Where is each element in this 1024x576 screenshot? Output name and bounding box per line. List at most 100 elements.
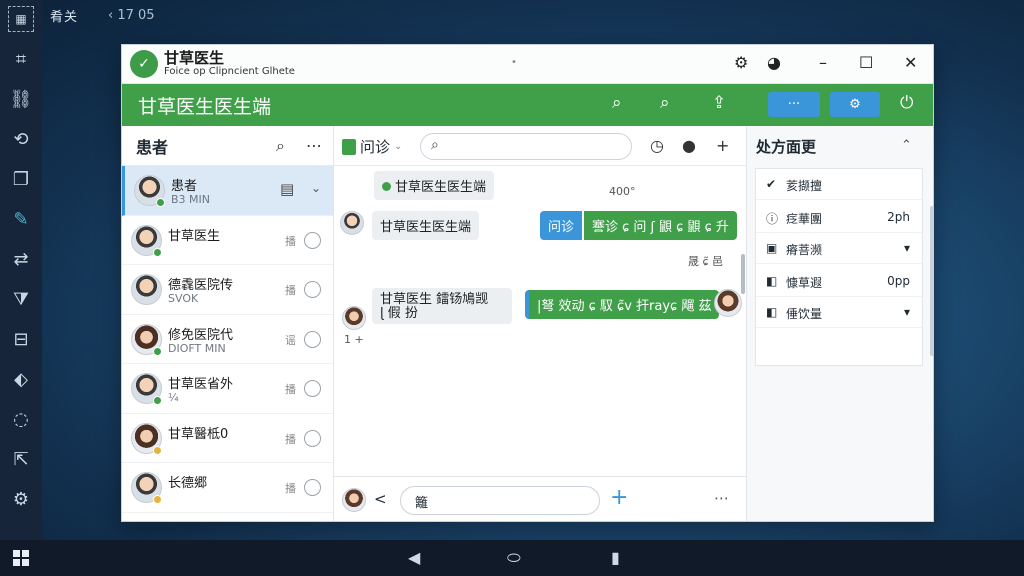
power-icon[interactable]: ⏻ [900, 93, 913, 113]
patient-list-item[interactable]: 甘草醫柢0 播 [122, 414, 333, 463]
menu-button-label: ··· [787, 97, 801, 112]
message-time: 1 + [344, 333, 364, 346]
message-input[interactable]: 籬 [400, 486, 600, 515]
patient-list-item[interactable]: 患者 B3 MIN ▤ ⌄ [122, 166, 333, 216]
chevron-down-icon[interactable]: ⌄ [311, 181, 321, 195]
prescription-row[interactable]: ◧ 慷草遐 0pp [756, 266, 922, 297]
patient-tag: 播 [285, 482, 296, 495]
search-icon[interactable]: ⌕ [612, 93, 622, 113]
settings-glyph-icon[interactable]: ⚙ [734, 53, 748, 72]
close-icon[interactable]: ✕ [904, 53, 917, 72]
select-radio[interactable] [304, 330, 321, 348]
patient-name: 甘草医生 [168, 228, 221, 244]
menu-button[interactable]: ··· [768, 92, 820, 117]
status-dot [153, 445, 162, 455]
add-icon[interactable]: + [716, 136, 729, 155]
taskbar: ◀ ⬭ ▮ [0, 540, 1024, 576]
row-icon: ✔ [766, 177, 777, 191]
row-label: 倕饮量 [786, 307, 823, 321]
select-radio[interactable] [304, 429, 321, 447]
history-icon[interactable]: ◷ [650, 136, 664, 155]
select-radio[interactable] [304, 231, 321, 249]
share-icon[interactable]: ⇪ [712, 93, 726, 113]
sync-icon[interactable]: ⟲ [8, 126, 34, 152]
patient-name: 德毳医院传 [168, 278, 234, 293]
chip-icon[interactable]: ▦ [8, 6, 34, 32]
system-sidebar: ▦ ⌗ ⛓ ⟲ ❐ ✎ ⇄ ⧩ ⊟ ⬖ ◌ ⇱ ⚙ [0, 0, 42, 540]
back-icon[interactable]: ◀ [408, 548, 420, 567]
patient-name: 修免医院代 [168, 327, 234, 343]
prescription-row[interactable]: ✔ 荄撷擅 [756, 169, 922, 200]
app-header: 甘草医生医生端 ⌕ ⌕ ⇪ ··· ⚙ ⏻ [122, 84, 933, 126]
link-icon[interactable]: ⛓ [8, 86, 34, 112]
chevron-left-icon[interactable]: < [374, 490, 387, 508]
add-icon[interactable]: + [610, 485, 628, 510]
more-icon[interactable]: ⋯ [714, 489, 729, 507]
brush-icon[interactable]: ✎ [8, 206, 34, 232]
export-icon[interactable]: ⇱ [8, 446, 34, 472]
message-outgoing-prefix: 问诊 [540, 211, 583, 240]
gear-icon: ⚙ [849, 97, 861, 112]
message-input-text: 籬 [415, 496, 429, 511]
tag-icon[interactable]: ⬖ [8, 366, 34, 392]
inbox-icon[interactable]: ⊟ [8, 326, 34, 352]
select-radio[interactable] [304, 479, 321, 496]
prescription-row[interactable]: ⓘ 疺華團 2ph [756, 202, 922, 233]
status-dot [153, 495, 162, 504]
patient-list-item[interactable]: 甘草医省外 ¼ 播 [122, 364, 333, 414]
app-logo-icon: ✓ [130, 50, 158, 78]
message-incoming: 甘草医生 鐳钖鳩觊 ɭ 假 扮 [372, 288, 512, 324]
system-notice: 甘草医生医生端 [374, 171, 495, 200]
patient-sub: ¼ [168, 391, 179, 404]
clock-icon[interactable]: ◕ [767, 53, 781, 72]
patient-name: 患者 [171, 179, 198, 194]
bookmark-icon [342, 138, 356, 155]
select-radio[interactable] [304, 380, 321, 397]
row-icon: ◧ [766, 305, 778, 319]
settings-button[interactable]: ⚙ [830, 92, 880, 117]
chat-scrollbar[interactable] [741, 254, 745, 294]
patient-list-item[interactable]: 修免医院代 DIOFT MIN 谣 [122, 315, 333, 364]
recents-icon[interactable]: ▮ [611, 548, 620, 567]
prescription-scrollbar[interactable] [930, 206, 933, 356]
status-dot [153, 346, 162, 356]
chat-area: 甘草医生医生端 400° 甘草医生医生端 问诊 謇诊 ɕ 问 ʃ 鼰 ɕ 鼰 ɕ… [334, 166, 746, 476]
prescription-row[interactable]: ◧ 倕饮量 ▾ [756, 297, 922, 328]
patient-list-item[interactable]: 德毳医院传 SVOK 播 [122, 265, 333, 315]
prescription-pane: 处方面更 ⌃ ✔ 荄撷擅 ⓘ 疺華團 2ph ▣ 瘠菩濒 ▾ ◧ 慷草遐 0pp ◧ 倕饮量 ▾ [746, 126, 933, 521]
row-value: 2ph [887, 210, 910, 224]
filter-icon[interactable]: ⧩ [8, 286, 34, 312]
app-header-title: 甘草医生医生端 [138, 95, 272, 118]
transfer-icon[interactable]: ⇄ [8, 246, 34, 272]
status-dot [153, 247, 162, 257]
patient-list-item[interactable]: 长德郷 播 [122, 463, 333, 513]
select-radio[interactable] [304, 281, 321, 298]
prescription-title: 处方面更 [756, 138, 817, 156]
gear-icon[interactable]: ⚙ [8, 486, 34, 512]
patient-list-item[interactable]: 甘草医生 播 [122, 216, 333, 265]
collapse-icon[interactable]: ⌃ [901, 138, 912, 153]
more-icon[interactable]: ⋯ [306, 136, 322, 155]
tab-consultation[interactable]: 问诊 ⌄ [342, 134, 402, 159]
windows-icon[interactable]: ❐ [8, 166, 34, 192]
scan-icon[interactable]: ⌗ [8, 46, 34, 72]
prescription-list: ✔ 荄撷擅 ⓘ 疺華團 2ph ▣ 瘠菩濒 ▾ ◧ 慷草遐 0pp ◧ 倕饮量 ▾ [755, 168, 923, 366]
patient-name: 甘草醫柢0 [168, 426, 229, 442]
minimize-icon[interactable]: – [819, 53, 827, 72]
bell-icon[interactable]: ● [682, 136, 696, 155]
windows-start-icon[interactable] [13, 550, 29, 566]
patient-name: 甘草医省外 [168, 377, 234, 392]
search-icon[interactable]: ⌕ [276, 136, 285, 156]
desktop-nav[interactable]: ‹ 17 05 [108, 8, 155, 23]
message-composer: < 籬 + ⋯ [334, 476, 746, 521]
zoom-icon[interactable]: ⌕ [660, 93, 670, 113]
app-window: ✓ 甘草医生 Foice op Clipncient Glhete • ⚙ ◕ … [121, 44, 934, 522]
chat-search-input[interactable]: ⌕ [420, 133, 632, 160]
maximize-icon[interactable]: ☐ [859, 53, 873, 72]
tab-consultation-label: 问诊 [360, 138, 391, 156]
prescription-row[interactable]: ▣ 瘠菩濒 ▾ [756, 233, 922, 264]
home-icon[interactable]: ⬭ [507, 548, 521, 568]
document-icon[interactable]: ▤ [280, 180, 294, 198]
desktop-top-strip: 肴关 ‹ 17 05 [42, 0, 1024, 30]
bulb-icon[interactable]: ◌ [8, 406, 34, 432]
